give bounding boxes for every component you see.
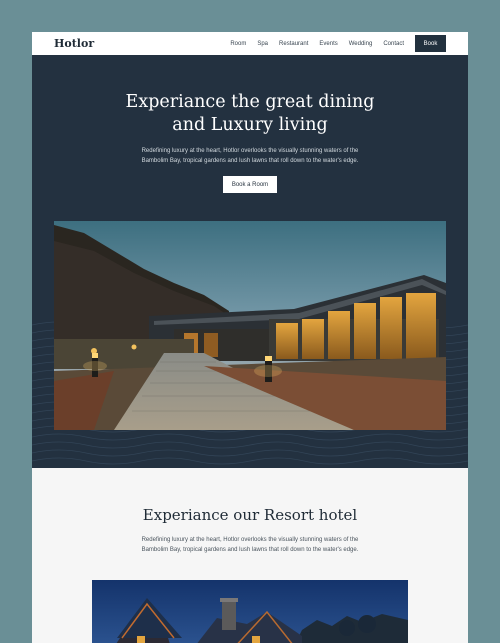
nav-item-room[interactable]: Room <box>230 41 246 47</box>
hero-hotel-photo <box>54 221 446 430</box>
resort-night-illustration <box>92 580 408 643</box>
hero-title-line-2: and Luxury living <box>172 115 328 135</box>
nav-item-restaurant[interactable]: Restaurant <box>279 41 308 47</box>
resort-description: Redefining luxury at the heart, Hotlor o… <box>110 536 390 555</box>
nav-menu: Room Spa Restaurant Events Wedding Conta… <box>230 32 404 55</box>
nav-item-contact[interactable]: Contact <box>383 41 404 47</box>
hero-section: Experiance the great dining and Luxury l… <box>32 55 468 468</box>
hero-title: Experiance the great dining and Luxury l… <box>32 91 468 137</box>
top-nav: Hotlor Room Spa Restaurant Events Weddin… <box>32 32 468 55</box>
hero-description-line-1: Redefining luxury at the heart, Hotlor o… <box>141 148 359 154</box>
hero-description: Redefining luxury at the heart, Hotlor o… <box>110 147 390 166</box>
nav-item-events[interactable]: Events <box>319 41 337 47</box>
hero-description-line-2: Bambolim Bay, tropical gardens and lush … <box>141 157 359 164</box>
book-button[interactable]: Book <box>415 35 446 52</box>
nav-item-spa[interactable]: Spa <box>257 41 268 47</box>
resort-hotel-photo <box>92 580 408 643</box>
site-logo[interactable]: Hotlor <box>54 37 94 50</box>
resort-section: Experiance our Resort hotel Redefining l… <box>32 468 468 643</box>
resort-title: Experiance our Resort hotel <box>142 506 358 524</box>
resort-description-line-2: Bambolim Bay, tropical gardens and lush … <box>141 546 359 553</box>
book-a-room-button[interactable]: Book a Room <box>223 176 277 193</box>
page-frame: Hotlor Room Spa Restaurant Events Weddin… <box>32 32 468 643</box>
hero-title-line-1: Experiance the great dining <box>125 92 375 112</box>
nav-item-wedding[interactable]: Wedding <box>349 41 373 47</box>
resort-description-line-1: Redefining luxury at the heart, Hotlor o… <box>141 537 359 543</box>
hotel-dusk-illustration <box>54 221 446 430</box>
